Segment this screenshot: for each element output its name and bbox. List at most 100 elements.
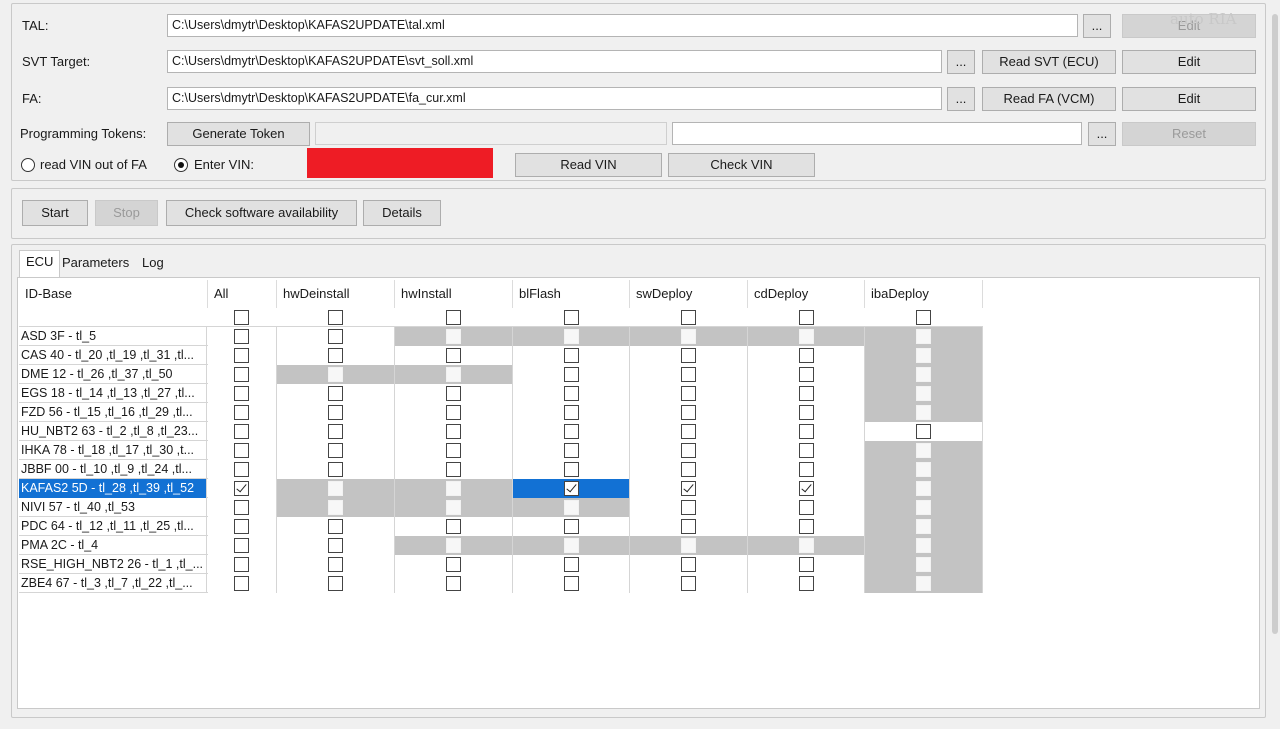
hwinstall-checkbox[interactable]	[446, 519, 461, 534]
svt-edit-button[interactable]: Edit	[1122, 50, 1256, 74]
hwinstall-checkbox[interactable]	[446, 424, 461, 439]
ibadeploy-checkbox[interactable]	[916, 424, 931, 439]
svt-browse-button[interactable]: ...	[947, 50, 975, 74]
swdeploy-checkbox[interactable]	[681, 424, 696, 439]
swdeploy-checkbox[interactable]	[681, 405, 696, 420]
tal-browse-button[interactable]: ...	[1083, 14, 1111, 38]
all-checkbox[interactable]	[234, 348, 249, 363]
hwdeinstall-checkbox[interactable]	[328, 424, 343, 439]
select-all-hwdeinstall-checkbox[interactable]	[328, 310, 343, 325]
hwdeinstall-checkbox[interactable]	[328, 386, 343, 401]
tab-parameters[interactable]: Parameters	[56, 252, 135, 276]
token-field-2[interactable]	[672, 122, 1082, 145]
blflash-checkbox[interactable]	[564, 348, 579, 363]
ecu-row[interactable]: NIVI 57 - tl_40 ,tl_53	[19, 498, 983, 517]
all-checkbox[interactable]	[234, 443, 249, 458]
tal-path-field[interactable]: C:\Users\dmytr\Desktop\KAFAS2UPDATE\tal.…	[167, 14, 1078, 37]
fa-path-field[interactable]: C:\Users\dmytr\Desktop\KAFAS2UPDATE\fa_c…	[167, 87, 942, 110]
tab-ecu[interactable]: ECU	[19, 250, 61, 278]
column-header-blflash[interactable]: blFlash	[513, 280, 630, 308]
cddeploy-checkbox[interactable]	[799, 424, 814, 439]
cddeploy-checkbox[interactable]	[799, 367, 814, 382]
hwinstall-checkbox[interactable]	[446, 386, 461, 401]
all-checkbox[interactable]	[234, 557, 249, 572]
cddeploy-checkbox[interactable]	[799, 519, 814, 534]
hwdeinstall-checkbox[interactable]	[328, 519, 343, 534]
ecu-row[interactable]: DME 12 - tl_26 ,tl_37 ,tl_50	[19, 365, 983, 384]
tab-log[interactable]: Log	[136, 252, 170, 276]
all-checkbox[interactable]	[234, 329, 249, 344]
swdeploy-checkbox[interactable]	[681, 481, 696, 496]
hwdeinstall-checkbox[interactable]	[328, 576, 343, 591]
swdeploy-checkbox[interactable]	[681, 557, 696, 572]
select-all-swdeploy-checkbox[interactable]	[681, 310, 696, 325]
all-checkbox[interactable]	[234, 386, 249, 401]
all-checkbox[interactable]	[234, 538, 249, 553]
check-software-availability-button[interactable]: Check software availability	[166, 200, 357, 226]
cddeploy-checkbox[interactable]	[799, 462, 814, 477]
fa-edit-button[interactable]: Edit	[1122, 87, 1256, 111]
blflash-checkbox[interactable]	[564, 576, 579, 591]
hwdeinstall-checkbox[interactable]	[328, 443, 343, 458]
blflash-checkbox[interactable]	[564, 519, 579, 534]
select-all-cddeploy-checkbox[interactable]	[799, 310, 814, 325]
all-checkbox[interactable]	[234, 481, 249, 496]
blflash-checkbox[interactable]	[564, 386, 579, 401]
ecu-row[interactable]: JBBF 00 - tl_10 ,tl_9 ,tl_24 ,tl...	[19, 460, 983, 479]
hwinstall-checkbox[interactable]	[446, 405, 461, 420]
start-button[interactable]: Start	[22, 200, 88, 226]
vin-input-redacted[interactable]	[307, 148, 493, 178]
column-header-ibadeploy[interactable]: ibaDeploy	[865, 280, 983, 308]
hwinstall-checkbox[interactable]	[446, 576, 461, 591]
hwinstall-checkbox[interactable]	[446, 348, 461, 363]
ecu-row[interactable]: KAFAS2 5D - tl_28 ,tl_39 ,tl_52	[19, 479, 983, 498]
cddeploy-checkbox[interactable]	[799, 386, 814, 401]
cddeploy-checkbox[interactable]	[799, 481, 814, 496]
read-vin-from-fa-radio[interactable]	[21, 158, 35, 172]
cddeploy-checkbox[interactable]	[799, 405, 814, 420]
ecu-row[interactable]: FZD 56 - tl_15 ,tl_16 ,tl_29 ,tl...	[19, 403, 983, 422]
swdeploy-checkbox[interactable]	[681, 500, 696, 515]
token-field-1[interactable]	[315, 122, 667, 145]
cddeploy-checkbox[interactable]	[799, 348, 814, 363]
ecu-row[interactable]: IHKA 78 - tl_18 ,tl_17 ,tl_30 ,t...	[19, 441, 983, 460]
ecu-row[interactable]: CAS 40 - tl_20 ,tl_19 ,tl_31 ,tl...	[19, 346, 983, 365]
ecu-row[interactable]: PMA 2C - tl_4	[19, 536, 983, 555]
hwinstall-checkbox[interactable]	[446, 557, 461, 572]
swdeploy-checkbox[interactable]	[681, 576, 696, 591]
blflash-checkbox[interactable]	[564, 424, 579, 439]
select-all-all-checkbox[interactable]	[234, 310, 249, 325]
column-header-cddeploy[interactable]: cdDeploy	[748, 280, 865, 308]
select-all-blflash-checkbox[interactable]	[564, 310, 579, 325]
scrollbar-thumb[interactable]	[1272, 14, 1278, 634]
hwdeinstall-checkbox[interactable]	[328, 462, 343, 477]
blflash-checkbox[interactable]	[564, 462, 579, 477]
column-header-all[interactable]: All	[208, 280, 277, 308]
details-button[interactable]: Details	[363, 200, 441, 226]
all-checkbox[interactable]	[234, 500, 249, 515]
hwdeinstall-checkbox[interactable]	[328, 329, 343, 344]
read-svt-button[interactable]: Read SVT (ECU)	[982, 50, 1116, 74]
cddeploy-checkbox[interactable]	[799, 500, 814, 515]
hwinstall-checkbox[interactable]	[446, 462, 461, 477]
column-header-swdeploy[interactable]: swDeploy	[630, 280, 748, 308]
all-checkbox[interactable]	[234, 424, 249, 439]
blflash-checkbox[interactable]	[564, 367, 579, 382]
cddeploy-checkbox[interactable]	[799, 557, 814, 572]
select-all-hwinstall-checkbox[interactable]	[446, 310, 461, 325]
all-checkbox[interactable]	[234, 405, 249, 420]
svt-path-field[interactable]: C:\Users\dmytr\Desktop\KAFAS2UPDATE\svt_…	[167, 50, 942, 73]
ecu-row[interactable]: ASD 3F - tl_5	[19, 327, 983, 346]
ecu-row[interactable]: ZBE4 67 - tl_3 ,tl_7 ,tl_22 ,tl_...	[19, 574, 983, 593]
hwdeinstall-checkbox[interactable]	[328, 405, 343, 420]
all-checkbox[interactable]	[234, 367, 249, 382]
ecu-row[interactable]: EGS 18 - tl_14 ,tl_13 ,tl_27 ,tl...	[19, 384, 983, 403]
column-header-hwinstall[interactable]: hwInstall	[395, 280, 513, 308]
all-checkbox[interactable]	[234, 462, 249, 477]
check-vin-button[interactable]: Check VIN	[668, 153, 815, 177]
hwdeinstall-checkbox[interactable]	[328, 557, 343, 572]
swdeploy-checkbox[interactable]	[681, 462, 696, 477]
ecu-row[interactable]: HU_NBT2 63 - tl_2 ,tl_8 ,tl_23...	[19, 422, 983, 441]
all-checkbox[interactable]	[234, 576, 249, 591]
swdeploy-checkbox[interactable]	[681, 348, 696, 363]
